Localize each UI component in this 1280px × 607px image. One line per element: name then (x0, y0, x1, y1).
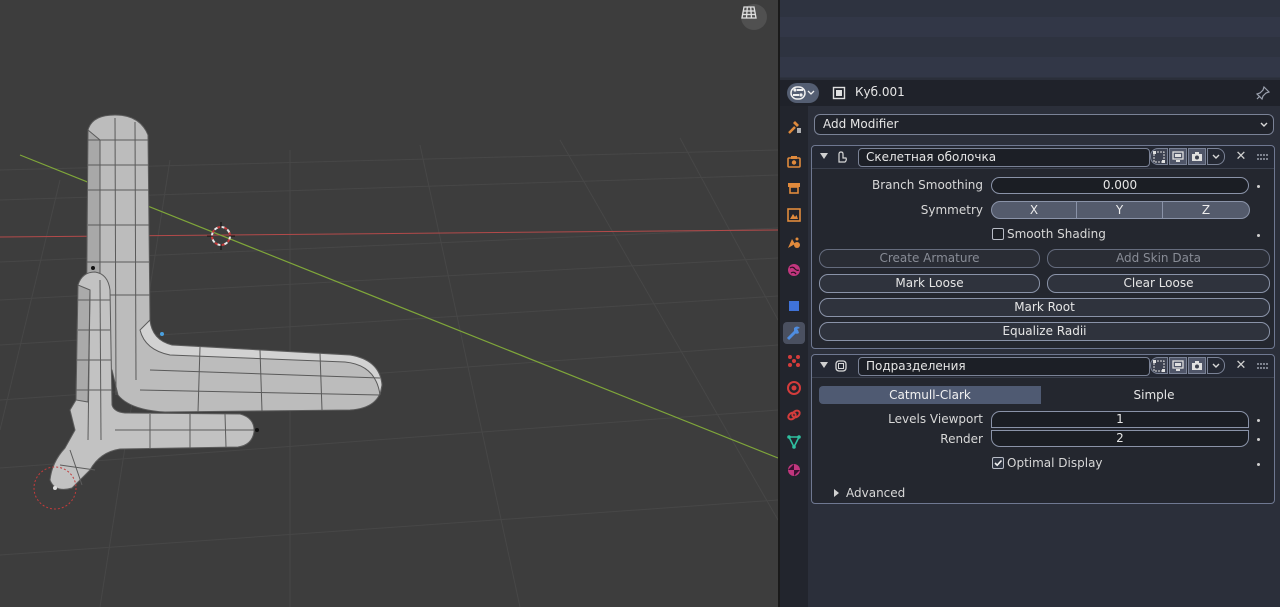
collapse-triangle-icon[interactable] (820, 153, 828, 159)
symmetry-y-toggle[interactable]: Y (1076, 201, 1163, 219)
viewport-toggle-icon[interactable] (1169, 357, 1187, 374)
world-tab-icon[interactable] (783, 259, 805, 281)
levels-viewport-field[interactable]: 1 (991, 411, 1249, 428)
symmetry-label: Symmetry (920, 203, 983, 217)
particles-tab-icon[interactable] (783, 350, 805, 372)
outliner-row[interactable] (780, 37, 1280, 57)
render-levels-field[interactable]: 2 (991, 430, 1249, 447)
scene-tab-icon[interactable] (783, 232, 805, 254)
constraints-tab-icon[interactable] (783, 404, 805, 426)
symmetry-z-toggle[interactable]: Z (1162, 201, 1250, 219)
modifier-name-field[interactable]: Подразделения (858, 357, 1150, 376)
modifier-extras-dropdown[interactable] (1207, 148, 1225, 165)
modifier-extras-dropdown[interactable] (1207, 357, 1225, 374)
viewport-scene (0, 114, 778, 607)
drag-grip-icon[interactable] (1256, 152, 1268, 162)
checkmark-icon (994, 459, 1003, 467)
outliner-row[interactable] (780, 57, 1280, 77)
smooth-shading-checkbox[interactable] (992, 228, 1004, 240)
create-armature-button[interactable]: Create Armature (819, 249, 1040, 268)
expand-triangle-icon[interactable] (834, 489, 839, 497)
object-name: Куб.001 (855, 85, 905, 99)
tool-tab-icon[interactable] (783, 116, 805, 138)
subdivision-modifier-name: Подразделения (866, 359, 966, 373)
keyframe-dot-icon[interactable] (1257, 438, 1260, 441)
material-tab-icon[interactable] (783, 459, 805, 481)
keyframe-dot-icon[interactable] (1257, 185, 1260, 188)
editor-type-icon[interactable] (787, 83, 819, 103)
branch-smoothing-label: Branch Smoothing (872, 178, 983, 192)
keyframe-dot-icon[interactable] (1257, 419, 1260, 422)
object-icon (832, 86, 846, 100)
view-layer-tab-icon[interactable] (783, 204, 805, 226)
3d-cursor-icon[interactable] (207, 222, 235, 250)
equalize-radii-button[interactable]: Equalize Radii (819, 322, 1270, 341)
skin-modifier-name: Скелетная оболочка (866, 150, 997, 164)
symmetry-x-toggle[interactable]: X (991, 201, 1077, 219)
skin-modifier-panel: Скелетная оболочка ✕ Branch Smoothing 0.… (811, 145, 1275, 349)
drag-grip-icon[interactable] (1256, 361, 1268, 371)
properties-header: Куб.001 (780, 80, 1280, 106)
object-tab-icon[interactable] (783, 295, 805, 317)
properties-tabs (780, 106, 808, 607)
render-tab-icon[interactable] (783, 151, 805, 173)
chevron-down-icon (1212, 154, 1220, 159)
output-tab-icon[interactable] (783, 177, 805, 199)
smooth-shading-label: Smooth Shading (1007, 227, 1106, 241)
render-levels-label: Render (940, 432, 983, 446)
keyframe-dot-icon[interactable] (1257, 234, 1260, 237)
simple-tab[interactable]: Simple (1042, 386, 1266, 404)
add-skin-data-button[interactable]: Add Skin Data (1047, 249, 1270, 268)
edit-mode-toggle-icon[interactable] (1150, 148, 1168, 165)
modifier-toggle-buttons (1150, 148, 1228, 165)
clear-loose-button[interactable]: Clear Loose (1047, 274, 1270, 293)
outliner-area[interactable] (780, 0, 1280, 78)
modifier-name-field[interactable]: Скелетная оболочка (858, 148, 1150, 167)
remove-modifier-icon[interactable]: ✕ (1233, 148, 1249, 165)
render-toggle-icon[interactable] (1188, 148, 1206, 165)
skin-mesh[interactable] (85, 114, 383, 413)
add-modifier-label: Add Modifier (823, 117, 899, 131)
mark-root-button[interactable]: Mark Root (819, 298, 1270, 317)
outliner-row[interactable] (780, 17, 1280, 37)
grid-view-icon[interactable] (741, 4, 767, 30)
edit-mode-toggle-icon[interactable] (1150, 357, 1168, 374)
keyframe-dot-icon[interactable] (1257, 463, 1260, 466)
optimal-display-checkbox[interactable] (992, 457, 1004, 469)
modifier-toggle-buttons (1150, 357, 1228, 374)
remove-modifier-icon[interactable]: ✕ (1233, 357, 1249, 374)
mark-loose-button[interactable]: Mark Loose (819, 274, 1040, 293)
advanced-subpanel-label[interactable]: Advanced (846, 486, 905, 500)
subdivision-modifier-panel: Подразделения ✕ Catmull-Clark Simple Lev… (811, 354, 1275, 504)
properties-editor: Куб.001 Add Modifier Скелетная оболочка … (780, 0, 1280, 607)
chevron-down-icon (1212, 363, 1220, 368)
levels-viewport-label: Levels Viewport (888, 412, 983, 426)
render-toggle-icon[interactable] (1188, 357, 1206, 374)
branch-smoothing-field[interactable]: 0.000 (991, 177, 1249, 194)
modifier-stack: Add Modifier Скелетная оболочка ✕ Branch… (810, 106, 1280, 607)
add-modifier-dropdown[interactable]: Add Modifier (814, 114, 1274, 135)
viewport-toggle-icon[interactable] (1169, 148, 1187, 165)
chevron-down-icon (1260, 122, 1268, 127)
pin-icon[interactable] (1255, 85, 1271, 101)
optimal-display-label: Optimal Display (1007, 456, 1103, 470)
modifier-tab-icon[interactable] (783, 322, 805, 344)
physics-tab-icon[interactable] (783, 377, 805, 399)
skin-modifier-icon (838, 151, 847, 163)
3d-viewport[interactable] (0, 0, 778, 607)
subdivision-modifier-header[interactable]: Подразделения ✕ (812, 355, 1274, 378)
subdivision-modifier-icon (835, 360, 847, 372)
collapse-triangle-icon[interactable] (820, 362, 828, 368)
skin-modifier-header[interactable]: Скелетная оболочка ✕ (812, 146, 1274, 169)
data-tab-icon[interactable] (783, 431, 805, 453)
catmull-clark-tab[interactable]: Catmull-Clark (819, 386, 1041, 404)
